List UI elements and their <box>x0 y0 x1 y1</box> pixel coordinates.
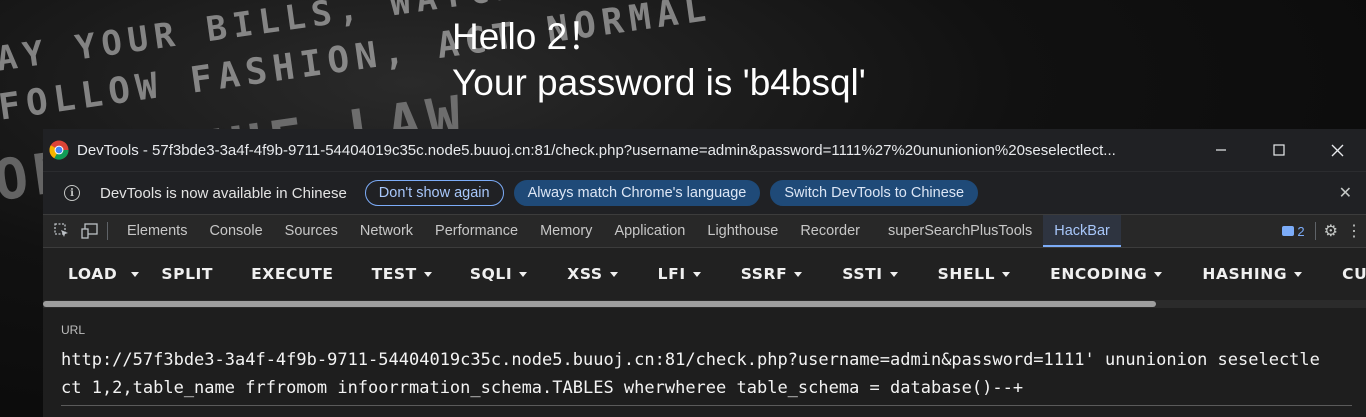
hackbar-custom-menu[interactable]: CUSTOM <box>1342 248 1366 300</box>
issues-icon <box>1282 226 1295 236</box>
hackbar-test-label: TEST <box>371 265 417 283</box>
hackbar-ssti-label: SSTI <box>842 265 883 283</box>
chevron-down-icon <box>692 271 701 277</box>
tab-lighthouse[interactable]: Lighthouse <box>696 215 789 247</box>
hackbar-test-menu[interactable]: TEST <box>372 248 432 300</box>
hackbar-ssrf-menu[interactable]: SSRF <box>741 248 803 300</box>
maximize-icon[interactable] <box>1250 129 1308 171</box>
hackbar-split-button[interactable]: SPLIT <box>161 248 213 300</box>
tab-sources[interactable]: Sources <box>274 215 349 247</box>
close-icon[interactable] <box>1308 129 1366 171</box>
hackbar-xss-label: XSS <box>567 265 603 283</box>
minimize-icon[interactable] <box>1192 129 1250 171</box>
hackbar-hashing-menu[interactable]: HASHING <box>1202 248 1303 300</box>
hackbar-sqli-menu[interactable]: SQLI <box>469 248 528 300</box>
tabbar-right-controls: 2 ⚙ ⋮ <box>1282 215 1366 247</box>
settings-gear-icon[interactable]: ⚙ <box>1324 221 1338 241</box>
password-text: Your password is 'b4bsql' <box>452 62 866 103</box>
hackbar-lfi-menu[interactable]: LFI <box>658 248 701 300</box>
info-icon: i <box>64 185 80 201</box>
window-titlebar[interactable]: DevTools - 57f3bde3-3a4f-4f9b-9711-54404… <box>43 129 1366 171</box>
page-message: Hello 2！ Your password is 'b4bsql' <box>452 14 866 106</box>
hello-text: Hello 2！ <box>452 16 605 57</box>
toolbar-divider <box>107 222 108 240</box>
infobar-message: DevTools is now available in Chinese <box>100 184 347 202</box>
hackbar-load-button[interactable]: LOAD <box>68 248 117 300</box>
hackbar-horizontal-scrollbar[interactable] <box>43 300 1366 308</box>
hackbar-encoding-menu[interactable]: ENCODING <box>1050 248 1163 300</box>
chrome-logo-icon <box>49 140 69 160</box>
inspect-element-icon[interactable] <box>53 222 71 240</box>
hackbar-xss-menu[interactable]: XSS <box>567 248 618 300</box>
tab-network[interactable]: Network <box>349 215 424 247</box>
switch-to-chinese-button[interactable]: Switch DevTools to Chinese <box>770 180 979 206</box>
url-textarea[interactable]: http://57f3bde3-3a4f-4f9b-9711-54404019c… <box>61 346 1321 402</box>
dont-show-again-button[interactable]: Don't show again <box>364 180 504 206</box>
tab-recorder[interactable]: Recorder <box>789 215 871 247</box>
infobar-close-icon[interactable]: ✕ <box>1339 183 1352 203</box>
tab-hackbar[interactable]: HackBar <box>1043 215 1121 247</box>
hackbar-execute-button[interactable]: EXECUTE <box>251 248 333 300</box>
chevron-down-icon <box>1154 271 1163 277</box>
chevron-down-icon <box>423 271 432 277</box>
device-toolbar-icon[interactable] <box>81 222 99 240</box>
window-title: DevTools - 57f3bde3-3a4f-4f9b-9711-54404… <box>77 141 1116 159</box>
chevron-down-icon <box>519 271 528 277</box>
window-controls <box>1192 129 1366 171</box>
chevron-down-icon <box>1294 271 1303 277</box>
always-match-language-button[interactable]: Always match Chrome's language <box>513 180 761 206</box>
chevron-down-icon <box>794 271 803 277</box>
hackbar-url-section: URL http://57f3bde3-3a4f-4f9b-9711-54404… <box>43 308 1366 417</box>
hackbar-execute-label: EXECUTE <box>251 265 334 283</box>
hackbar-custom-label: CUSTOM <box>1342 265 1366 283</box>
url-field-underline <box>61 405 1352 406</box>
more-options-icon[interactable]: ⋮ <box>1346 221 1362 241</box>
devtools-tabbar: Elements Console Sources Network Perform… <box>43 214 1366 248</box>
hackbar-shell-menu[interactable]: SHELL <box>937 248 1011 300</box>
hackbar-toolbar: LOAD SPLIT EXECUTE TEST SQLI XSS LFI SSR… <box>43 248 1366 300</box>
hackbar-encoding-label: ENCODING <box>1050 265 1148 283</box>
hackbar-lfi-label: LFI <box>657 265 686 283</box>
hackbar-sqli-label: SQLI <box>469 265 513 283</box>
tab-supersearchplustools[interactable]: superSearchPlusTools <box>877 215 1043 247</box>
hackbar-load-dropdown[interactable] <box>131 248 140 300</box>
tab-application[interactable]: Application <box>603 215 696 247</box>
devtools-window: DevTools - 57f3bde3-3a4f-4f9b-9711-54404… <box>43 129 1366 417</box>
issues-count: 2 <box>1297 223 1305 239</box>
hackbar-ssti-menu[interactable]: SSTI <box>842 248 898 300</box>
hackbar-split-label: SPLIT <box>161 265 214 283</box>
tab-performance[interactable]: Performance <box>424 215 529 247</box>
scrollbar-thumb[interactable] <box>43 301 1156 307</box>
tab-elements[interactable]: Elements <box>116 215 198 247</box>
chevron-down-icon <box>1002 271 1011 277</box>
chevron-down-icon <box>609 271 618 277</box>
toolbar-divider-right <box>1314 222 1316 240</box>
tab-memory[interactable]: Memory <box>529 215 603 247</box>
hackbar-ssrf-label: SSRF <box>740 265 788 283</box>
chevron-down-icon <box>889 271 898 277</box>
url-label: URL <box>61 323 86 337</box>
issues-counter[interactable]: 2 <box>1282 223 1305 239</box>
hackbar-hashing-label: HASHING <box>1202 265 1288 283</box>
hackbar-load-label: LOAD <box>68 265 118 283</box>
chevron-down-icon <box>131 271 140 277</box>
tab-console[interactable]: Console <box>198 215 273 247</box>
language-infobar: i DevTools is now available in Chinese D… <box>43 171 1366 214</box>
hackbar-shell-label: SHELL <box>937 265 996 283</box>
